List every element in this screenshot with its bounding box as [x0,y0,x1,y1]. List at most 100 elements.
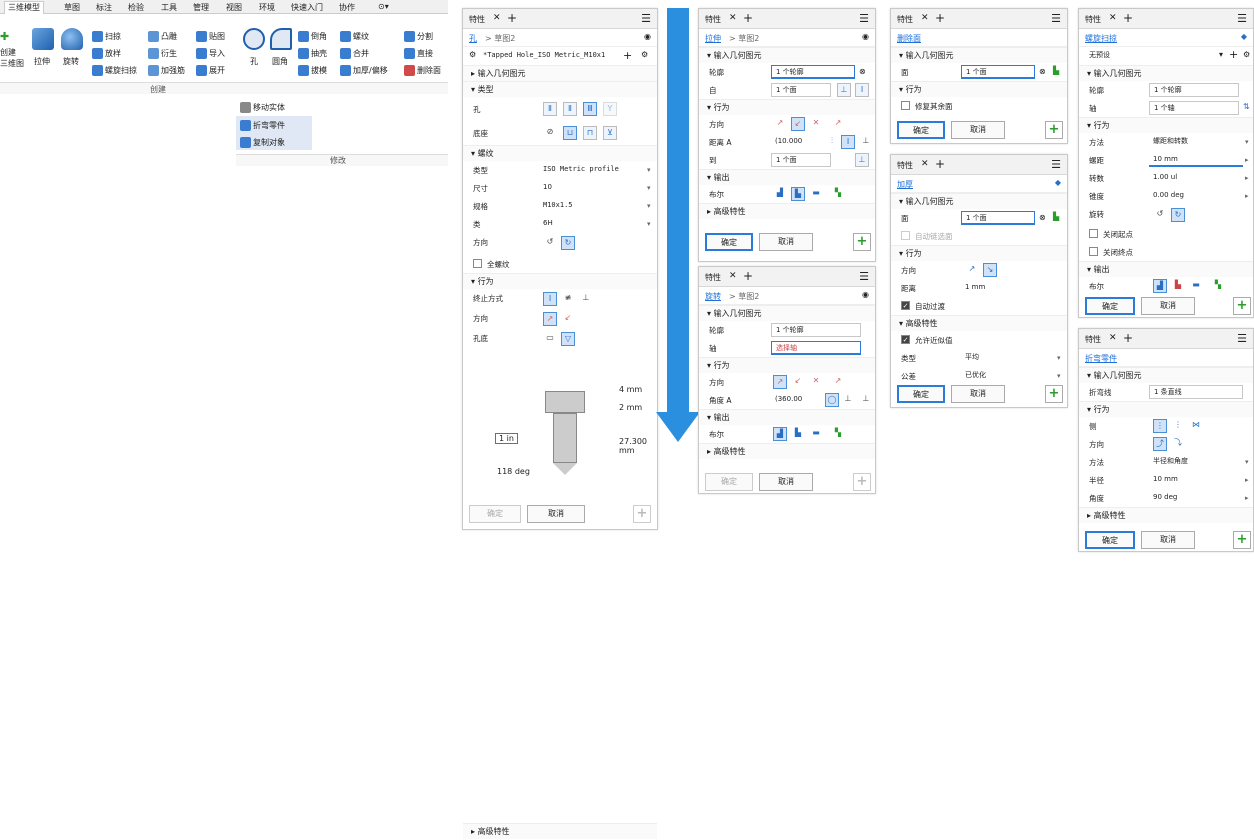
cw-rotation-icon[interactable]: ↻ [1171,208,1185,222]
size-select[interactable]: 10 [539,181,649,195]
pitch-input[interactable]: 10 mm [1149,153,1243,167]
copy-object-button[interactable]: 复制对象 [240,137,285,148]
fillet-icon[interactable] [270,28,292,50]
designation-select[interactable]: M10x1.5 [539,199,649,213]
menu-icon[interactable]: ☰ [1051,12,1061,25]
direction-flip-icon[interactable]: ↙ [561,312,575,326]
to-next-icon[interactable]: ⊥ [859,393,873,407]
direction-down-icon[interactable]: ⤵ [1171,437,1185,451]
menu-icon[interactable]: ☰ [859,12,869,25]
add-preset-icon[interactable]: + [1229,48,1238,61]
section-behavior[interactable]: ▾ 行为 [891,81,1067,97]
dim-drill-angle[interactable]: 118 deg [497,467,530,476]
side-both-icon[interactable]: ⋈ [1189,419,1203,433]
spotface-icon[interactable]: ⊓ [583,126,597,140]
type-select[interactable]: 平均 [961,351,1057,365]
direction-flip-icon[interactable]: ↘ [983,263,997,277]
side-left-icon[interactable]: ⋮ [1153,419,1167,433]
intersect-icon[interactable]: ▬ [809,187,823,201]
close-icon[interactable]: ✕ [921,159,929,169]
join-icon[interactable]: ▟ [1153,279,1167,293]
section-advanced[interactable]: ▸ 高级特性 [699,203,875,219]
direction-default-icon[interactable]: ↗ [773,117,787,131]
profile-selector[interactable]: 1 个轮廓 [771,323,861,337]
draft-button[interactable]: 拔模 [298,65,327,76]
through-all-icon[interactable]: ⫶ [825,135,839,149]
allow-approx-checkbox[interactable]: ✓ [901,335,910,344]
direction-default-icon[interactable]: ↗ [965,263,979,277]
apply-plus-icon[interactable]: + [1045,121,1063,139]
ok-button[interactable]: 确定 [897,121,945,139]
through-all-icon[interactable]: ≢ [561,292,575,306]
cancel-button[interactable]: 取消 [951,385,1005,403]
close-icon[interactable]: ✕ [921,13,929,23]
section-behavior[interactable]: ▾ 行为 [1079,117,1253,133]
unwrap-button[interactable]: 展开 [196,65,225,76]
import-button[interactable]: 导入 [196,48,225,59]
tab-view[interactable]: 视图 [226,2,242,13]
ccw-rotation-icon[interactable]: ↺ [1153,208,1167,222]
apply-plus-icon[interactable]: + [853,233,871,251]
breadcrumb-feature[interactable]: 孔 [469,33,477,44]
new-solid-icon[interactable]: ▚ [831,187,845,201]
add-tab-icon[interactable]: + [743,11,753,25]
tab-sketch[interactable]: 草图 [64,2,80,13]
thread-button[interactable]: 螺纹 [340,31,369,42]
section-advanced[interactable]: ▸ 高级特性 [699,443,875,459]
decal-button[interactable]: 贴图 [196,31,225,42]
countersink-icon[interactable]: ⊻ [603,126,617,140]
section-input-geometry[interactable]: ▾ 输入几何图元 [699,47,875,63]
angle-input[interactable]: 90 deg [1149,491,1243,505]
emboss-button[interactable]: 凸雕 [148,31,177,42]
breadcrumb-sketch[interactable]: > 草图2 [729,291,759,302]
class-select[interactable]: 6H [539,217,649,231]
close-icon[interactable]: ✕ [729,271,737,281]
closed-end-checkbox[interactable] [1089,247,1098,256]
cut-icon[interactable]: ▙ [791,187,805,201]
axis-selector[interactable]: 选择轴 [771,341,861,355]
taper-tapped-hole-icon[interactable]: Y [603,102,617,116]
close-icon[interactable]: ✕ [1109,333,1117,343]
join-icon[interactable]: ▟ [773,187,787,201]
ok-button[interactable]: 确定 [1085,531,1135,549]
cancel-button[interactable]: 取消 [1141,531,1195,549]
section-input-geometry[interactable]: ▾ 输入几何图元 [1079,367,1253,383]
add-tab-icon[interactable]: + [1123,331,1133,345]
ok-button[interactable]: 确定 [897,385,945,403]
add-tab-icon[interactable]: + [507,11,517,25]
ribbon-options-icon[interactable]: ⊙▾ [378,2,389,11]
auto-chain-checkbox[interactable] [901,231,910,240]
loft-button[interactable]: 放样 [92,48,121,59]
apply-plus-icon[interactable]: + [633,505,651,523]
section-type[interactable]: ▾ 类型 [463,81,657,97]
section-behavior[interactable]: ▾ 行为 [699,99,875,115]
panel-tab[interactable]: 特性 [469,14,485,25]
tab-manage[interactable]: 管理 [193,2,209,13]
direct-button[interactable]: 直接 [404,48,433,59]
breadcrumb-feature[interactable]: 螺旋扫掠 [1085,33,1117,44]
split-button[interactable]: 分割 [404,31,433,42]
panel-tab[interactable]: 特性 [1085,14,1101,25]
angle-bottom-icon[interactable]: ▽ [561,332,575,346]
close-icon[interactable]: ✕ [1109,13,1117,23]
dim-hole-depth[interactable]: 27.300 mm [619,437,653,455]
direction-asymmetric-icon[interactable]: ↗ [831,117,845,131]
preset-select[interactable]: *Tapped Hole_ISO Metric_M10x1 [479,49,619,63]
tab-tools[interactable]: 工具 [161,2,177,13]
add-tab-icon[interactable]: + [935,11,945,25]
from-selector[interactable]: 1 个面 [771,83,831,97]
full-revolve-icon[interactable]: ◯ [825,393,839,407]
flip-axis-icon[interactable]: ⇅ [1243,102,1250,111]
section-advanced[interactable]: ▾ 高级特性 [891,315,1067,331]
no-seat-icon[interactable]: ⊘ [543,126,557,140]
intersect-icon[interactable]: ▬ [1189,279,1203,293]
delete-face-button[interactable]: 删除面 [404,65,441,76]
tab-3d-model[interactable]: 三维模型 [4,1,44,14]
simple-hole-icon[interactable]: Ⅱ [543,102,557,116]
breadcrumb-sketch[interactable]: > 草图2 [485,33,515,44]
profile-selector[interactable]: 1 个轮廓 [771,65,855,79]
thread-type-select[interactable]: ISO Metric profile [539,163,649,177]
clear-icon[interactable]: ⊗ [859,67,866,76]
menu-icon[interactable]: ☰ [859,270,869,283]
section-input-geometry[interactable]: ▾ 输入几何图元 [1079,65,1253,81]
